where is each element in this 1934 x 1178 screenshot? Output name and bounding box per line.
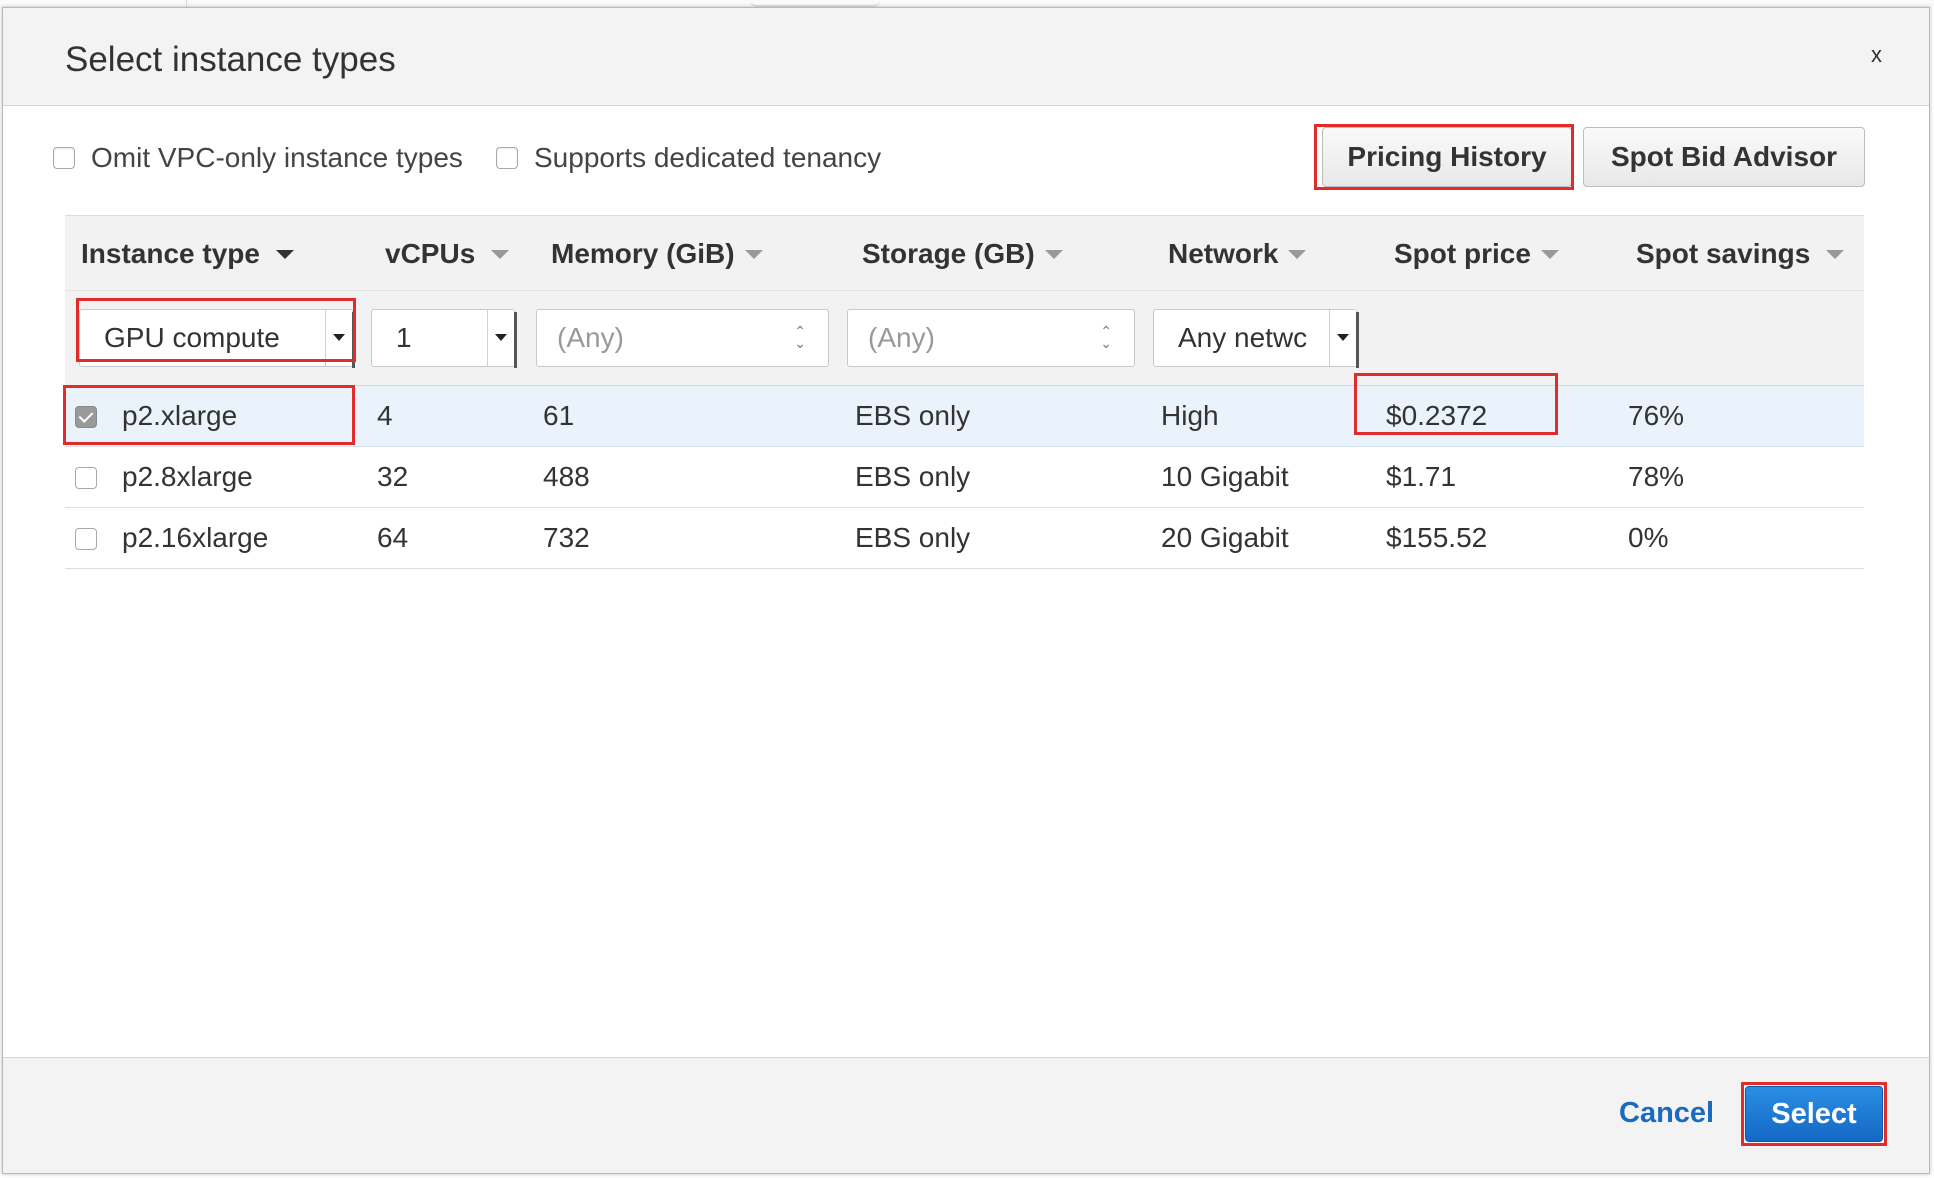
- sort-caret-icon: [275, 249, 294, 259]
- cell-vcpus: 64: [377, 522, 409, 553]
- instance-type-filter-select[interactable]: GPU compute: [79, 309, 355, 368]
- cell-vcpus: 32: [377, 461, 409, 492]
- dialog-header: Select instance types x: [3, 8, 1929, 106]
- cancel-button[interactable]: Cancel: [1619, 1097, 1714, 1130]
- cell-instance-type: p2.16xlarge: [122, 522, 269, 553]
- cell-spot-savings: 0%: [1628, 522, 1669, 553]
- cell-network: High: [1161, 400, 1219, 431]
- header-label: Network: [1168, 238, 1279, 269]
- omit-vpc-option[interactable]: Omit VPC-only instance types: [53, 142, 463, 174]
- memory-filter-placeholder: (Any): [557, 322, 624, 353]
- sort-caret-icon: [1826, 249, 1845, 259]
- storage-filter-placeholder: (Any): [868, 322, 935, 353]
- cell-vcpus: 4: [377, 400, 393, 431]
- pricing-history-button[interactable]: Pricing History: [1322, 127, 1572, 187]
- table-header: Instance type vCPUs Memory (GiB) Storage…: [65, 215, 1864, 290]
- cell-storage: EBS only: [855, 400, 971, 431]
- omit-vpc-label: Omit VPC-only instance types: [91, 142, 463, 173]
- chevron-down-icon: [325, 310, 352, 366]
- select-instance-types-dialog: Select instance types x Omit VPC-only in…: [2, 7, 1930, 1174]
- table-row[interactable]: p2.16xlarge 64 732 EBS only 20 Gigabit $…: [65, 508, 1864, 569]
- omit-vpc-checkbox[interactable]: [53, 147, 75, 169]
- cell-instance-type: p2.8xlarge: [122, 461, 253, 492]
- dedicated-tenancy-label: Supports dedicated tenancy: [534, 142, 882, 173]
- header-label: Storage (GB): [862, 238, 1035, 269]
- table-row[interactable]: p2.8xlarge 32 488 EBS only 10 Gigabit $1…: [65, 447, 1864, 508]
- vcpus-filter-select[interactable]: 1: [371, 309, 517, 368]
- dedicated-tenancy-checkbox[interactable]: [496, 147, 518, 169]
- memory-filter-input[interactable]: (Any) ⌃ ⌄: [536, 309, 829, 367]
- cell-spot-price: $1.71: [1386, 461, 1457, 492]
- sort-caret-icon: [1044, 249, 1063, 259]
- instance-type-filter-value: GPU compute: [104, 322, 280, 353]
- close-button[interactable]: x: [1871, 42, 1882, 68]
- sort-caret-icon: [744, 249, 763, 259]
- cell-memory: 488: [543, 461, 590, 492]
- select-button[interactable]: Select: [1745, 1086, 1883, 1142]
- cell-memory: 732: [543, 522, 590, 553]
- header-network[interactable]: Network: [1168, 238, 1307, 270]
- cell-spot-savings: 76%: [1628, 400, 1685, 431]
- header-label: vCPUs: [385, 238, 476, 269]
- cell-instance-type: p2.xlarge: [122, 400, 238, 431]
- header-vcpus[interactable]: vCPUs: [385, 238, 510, 270]
- cell-memory: 61: [543, 400, 575, 431]
- header-memory[interactable]: Memory (GiB): [551, 238, 763, 270]
- header-instance-type[interactable]: Instance type: [81, 238, 294, 270]
- cell-storage: EBS only: [855, 461, 971, 492]
- stepper-arrows-icon[interactable]: ⌃ ⌄: [794, 324, 806, 350]
- dialog-title: Select instance types: [65, 40, 396, 79]
- header-label: Instance type: [81, 238, 260, 269]
- dialog-footer: Cancel Select: [3, 1057, 1929, 1173]
- sort-caret-icon: [491, 249, 510, 259]
- header-storage[interactable]: Storage (GB): [862, 238, 1063, 270]
- select-edge: [352, 312, 355, 368]
- header-label: Memory (GiB): [551, 238, 735, 269]
- row-checkbox[interactable]: [75, 528, 97, 550]
- cell-spot-price: $0.2372: [1386, 400, 1488, 431]
- table-row[interactable]: p2.xlarge 4 61 EBS only High $0.2372 76%: [65, 386, 1864, 447]
- filter-row: GPU compute 1 (Any) ⌃ ⌄ (Any) ⌃ ⌄ Any netw…: [65, 290, 1864, 386]
- chevron-down-icon: [487, 310, 514, 366]
- select-edge: [1356, 312, 1359, 368]
- header-spot-price[interactable]: Spot price: [1394, 238, 1559, 270]
- cell-spot-savings: 78%: [1628, 461, 1685, 492]
- header-spot-savings[interactable]: Spot savings: [1636, 238, 1845, 270]
- chevron-down-icon: [1329, 310, 1356, 366]
- dedicated-tenancy-option[interactable]: Supports dedicated tenancy: [496, 142, 881, 174]
- vcpus-filter-value: 1: [396, 322, 412, 353]
- cell-network: 10 Gigabit: [1161, 461, 1289, 492]
- network-filter-select[interactable]: Any netwc: [1153, 309, 1359, 368]
- stepper-arrows-icon[interactable]: ⌃ ⌄: [1100, 324, 1112, 350]
- background-decoration: [750, 0, 880, 7]
- sort-caret-icon: [1288, 249, 1307, 259]
- row-checkbox[interactable]: [75, 406, 97, 428]
- cell-spot-price: $155.52: [1386, 522, 1488, 553]
- header-label: Spot price: [1394, 238, 1531, 269]
- sort-caret-icon: [1540, 249, 1559, 259]
- spot-bid-advisor-button[interactable]: Spot Bid Advisor: [1583, 127, 1865, 187]
- storage-filter-input[interactable]: (Any) ⌃ ⌄: [847, 309, 1135, 367]
- select-edge: [514, 312, 517, 368]
- header-label: Spot savings: [1636, 238, 1811, 269]
- network-filter-value: Any netwc: [1178, 322, 1308, 353]
- cell-storage: EBS only: [855, 522, 971, 553]
- cell-network: 20 Gigabit: [1161, 522, 1289, 553]
- row-checkbox[interactable]: [75, 467, 97, 489]
